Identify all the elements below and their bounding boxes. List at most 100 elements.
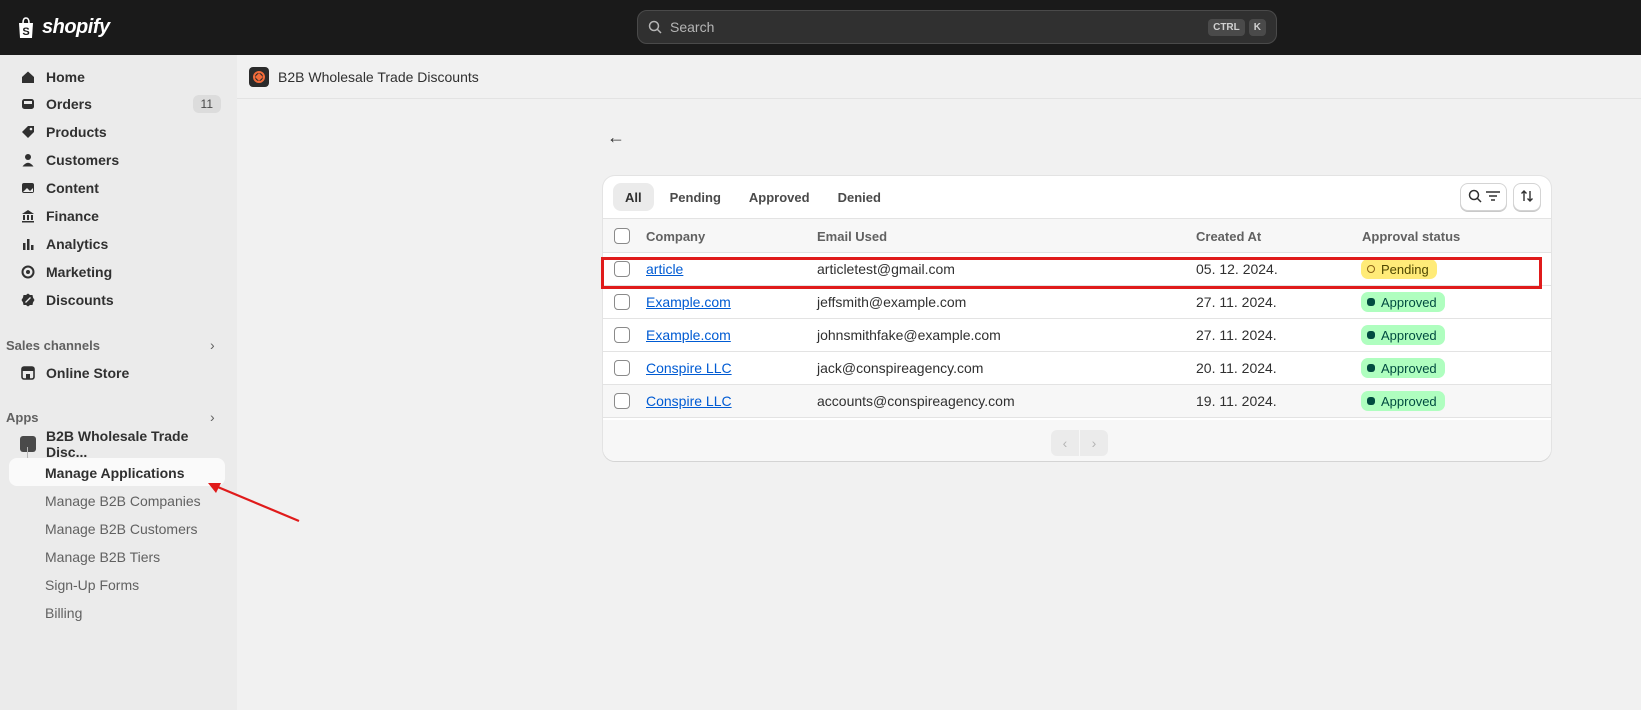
company-link[interactable]: Conspire LLC: [646, 360, 732, 376]
shortcut-k: K: [1248, 18, 1266, 36]
status-text: Approved: [1381, 294, 1437, 310]
app-title: B2B Wholesale Trade Discounts: [278, 68, 479, 85]
company-link[interactable]: Example.com: [646, 327, 731, 343]
select-all-checkbox[interactable]: [614, 228, 630, 244]
sidebar-item-label: Analytics: [46, 236, 109, 252]
sidebar-subitem-manage-b2b-tiers[interactable]: Manage B2B Tiers: [45, 549, 160, 565]
sidebar-item-label: Content: [46, 180, 99, 196]
column-header-status[interactable]: Approval status: [1362, 229, 1460, 244]
column-header-company[interactable]: Company: [646, 229, 705, 244]
home-icon: [20, 69, 36, 85]
row-checkbox[interactable]: [614, 294, 630, 310]
tab-denied[interactable]: Denied: [826, 183, 893, 211]
row-checkbox[interactable]: [614, 360, 630, 376]
company-link[interactable]: Example.com: [646, 294, 731, 310]
created-cell: 27. 11. 2024.: [1196, 327, 1277, 343]
shortcut-ctrl: CTRL: [1208, 18, 1245, 36]
created-cell: 27. 11. 2024.: [1196, 294, 1277, 310]
sidebar-item-finance[interactable]: Finance: [10, 203, 225, 229]
tab-all[interactable]: All: [613, 183, 654, 211]
sidebar: Home Orders 11 Products Customers Conten…: [0, 55, 237, 710]
status-text: Approved: [1381, 327, 1437, 343]
email-cell: jeffsmith@example.com: [817, 294, 967, 310]
next-page-button[interactable]: ›: [1080, 430, 1108, 456]
status-badge: Approved: [1361, 325, 1445, 345]
created-cell: 19. 11. 2024.: [1196, 393, 1277, 409]
person-icon: [20, 152, 36, 168]
search-input[interactable]: Search CTRL K: [637, 10, 1277, 44]
email-cell: jack@conspireagency.com: [817, 360, 984, 376]
table-row[interactable]: Example.com johnsmithfake@example.com 27…: [603, 319, 1551, 352]
chevron-right-icon[interactable]: ›: [210, 337, 215, 353]
sidebar-item-customers[interactable]: Customers: [10, 147, 225, 173]
sidebar-item-orders[interactable]: Orders 11: [10, 91, 225, 117]
email-cell: johnsmithfake@example.com: [817, 327, 1001, 343]
status-text: Approved: [1381, 360, 1437, 376]
company-link[interactable]: Conspire LLC: [646, 393, 732, 409]
chevron-left-icon: ‹: [1062, 435, 1068, 451]
tab-pending[interactable]: Pending: [658, 183, 733, 211]
status-badge: Approved: [1361, 391, 1445, 411]
email-cell: accounts@conspireagency.com: [817, 393, 1015, 409]
sidebar-subitem-manage-b2b-customers[interactable]: Manage B2B Customers: [45, 521, 198, 537]
apps-title: Apps: [6, 410, 39, 425]
approved-dot-icon: [1367, 298, 1375, 306]
previous-page-button[interactable]: ‹: [1051, 430, 1079, 456]
inbox-icon: [20, 96, 36, 112]
sidebar-item-content[interactable]: Content: [10, 175, 225, 201]
logo-text: shopify: [42, 16, 110, 38]
sidebar-item-b2b-app[interactable]: B2B Wholesale Trade Disc...: [10, 428, 225, 460]
column-header-email[interactable]: Email Used: [817, 229, 887, 244]
search-filter-button[interactable]: [1460, 183, 1507, 211]
table-row[interactable]: Example.com jeffsmith@example.com 27. 11…: [603, 286, 1551, 319]
sidebar-item-online-store[interactable]: Online Store: [10, 360, 225, 386]
image-icon: [20, 180, 36, 196]
back-arrow-icon[interactable]: ←: [607, 127, 625, 148]
search-icon: [648, 20, 662, 34]
table-row[interactable]: Conspire LLC jack@conspireagency.com 20.…: [603, 352, 1551, 385]
sidebar-item-home[interactable]: Home: [10, 64, 225, 90]
sidebar-subitem-manage-b2b-companies[interactable]: Manage B2B Companies: [45, 493, 201, 509]
sidebar-item-label: Home: [46, 69, 85, 85]
table-row[interactable]: Conspire LLC accounts@conspireagency.com…: [603, 385, 1551, 418]
table-header: Company Email Used Created At Approval s…: [603, 218, 1551, 253]
chevron-right-icon[interactable]: ›: [210, 409, 215, 425]
status-text: Approved: [1381, 393, 1437, 409]
sidebar-item-products[interactable]: Products: [10, 119, 225, 145]
sidebar-item-label: Finance: [46, 208, 99, 224]
sort-icon: [1520, 189, 1534, 206]
sidebar-subitem-sign-up-forms[interactable]: Sign-Up Forms: [45, 577, 139, 593]
row-highlight-box: [601, 257, 1542, 289]
app-logo-icon: [249, 66, 269, 87]
sidebar-item-analytics[interactable]: Analytics: [10, 231, 225, 257]
sidebar-item-label: B2B Wholesale Trade Disc...: [46, 428, 189, 460]
search-icon: [1468, 189, 1482, 206]
svg-text:S: S: [22, 26, 29, 38]
sidebar-item-label: Online Store: [46, 365, 130, 381]
approved-dot-icon: [1367, 397, 1375, 405]
sidebar-item-label: Products: [46, 124, 107, 140]
app-header: B2B Wholesale Trade Discounts: [237, 55, 1641, 99]
sidebar-subitem-manage-applications[interactable]: Manage Applications: [45, 465, 185, 481]
sidebar-item-label: Orders: [46, 96, 92, 112]
approved-dot-icon: [1367, 364, 1375, 372]
sidebar-item-marketing[interactable]: Marketing: [10, 259, 225, 285]
shopify-logo[interactable]: S shopify: [16, 16, 110, 39]
sidebar-subitem-billing[interactable]: Billing: [45, 605, 82, 621]
sidebar-item-discounts[interactable]: Discounts: [10, 287, 225, 313]
tag-icon: [20, 124, 36, 140]
status-badge: Approved: [1361, 358, 1445, 378]
bank-icon: [20, 208, 36, 224]
target-icon: [20, 264, 36, 280]
row-checkbox[interactable]: [614, 393, 630, 409]
filter-icon: [1485, 190, 1500, 205]
tab-approved[interactable]: Approved: [737, 183, 822, 211]
sort-button[interactable]: [1513, 183, 1541, 211]
top-bar: S shopify Search CTRL K: [0, 0, 1641, 55]
orders-count-badge: 11: [192, 95, 221, 113]
sales-channels-title: Sales channels: [6, 338, 100, 353]
approved-dot-icon: [1367, 331, 1375, 339]
shopify-bag-icon: S: [19, 16, 33, 38]
column-header-created[interactable]: Created At: [1196, 229, 1261, 244]
row-checkbox[interactable]: [614, 327, 630, 343]
